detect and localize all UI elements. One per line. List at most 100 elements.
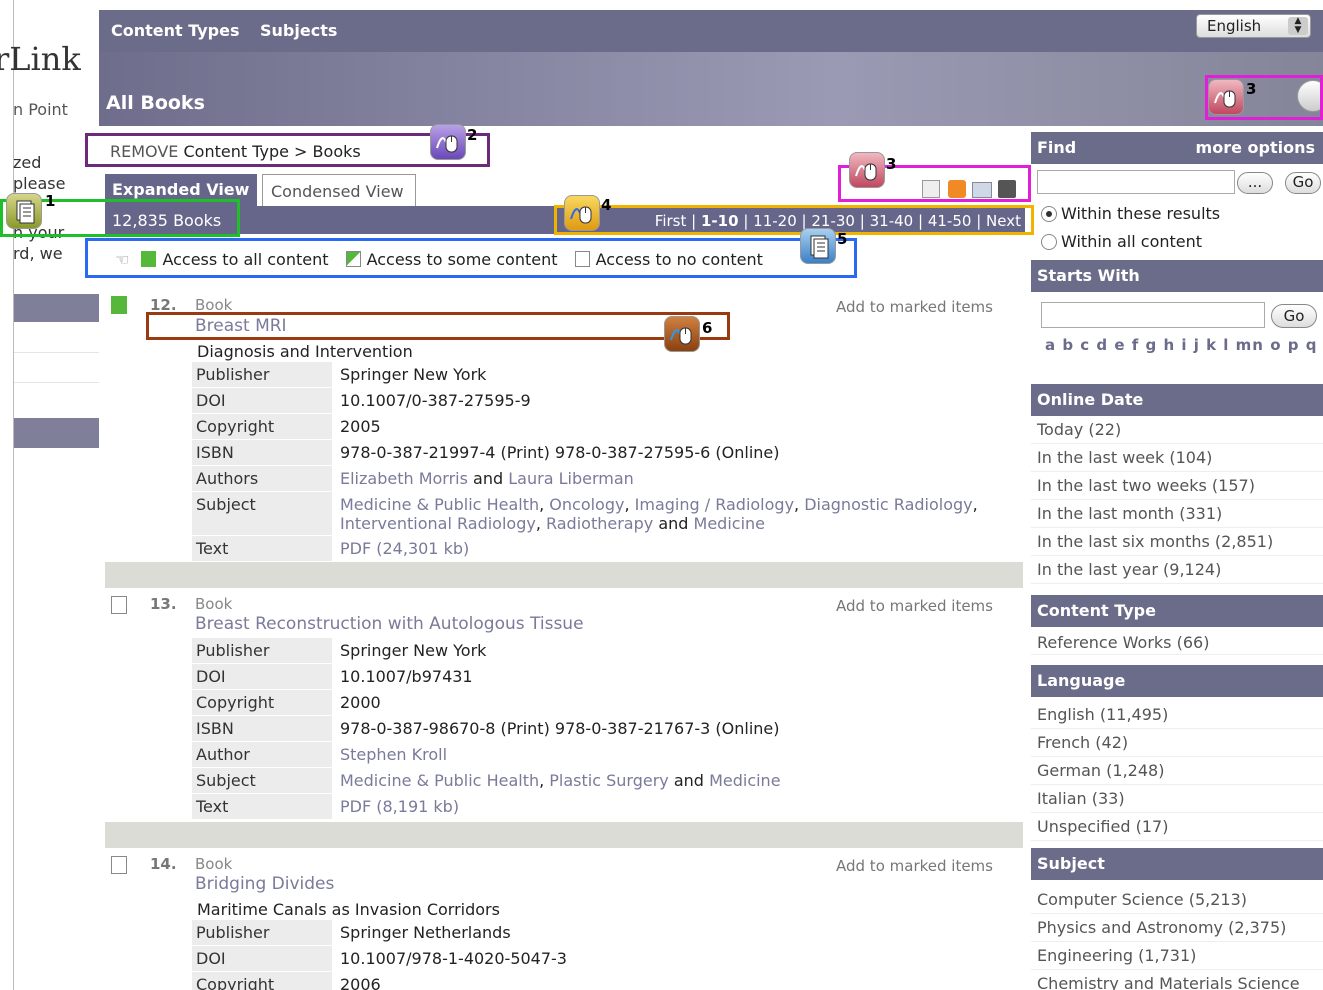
- radio-checked-icon: [1041, 206, 1057, 222]
- facet-item[interactable]: English (11,495): [1031, 701, 1323, 729]
- and-text: and: [673, 770, 704, 790]
- tab-condensed-view[interactable]: Condensed View: [262, 174, 416, 207]
- subject-link[interactable]: Plastic Surgery: [549, 771, 668, 790]
- pdf-link[interactable]: PDF (24,301 kb): [340, 539, 469, 558]
- facet-item[interactable]: In the last week (104): [1031, 444, 1323, 472]
- item-type: Book: [195, 855, 233, 873]
- table-row: Text PDF (8,191 kb): [192, 793, 1022, 820]
- nav-subjects[interactable]: Subjects: [260, 21, 337, 40]
- facet-item[interactable]: Chemistry and Materials Science: [1031, 970, 1323, 990]
- starts-with-input[interactable]: [1041, 302, 1265, 328]
- meta-label: Publisher: [192, 638, 332, 664]
- find-options-button[interactable]: ...: [1237, 172, 1273, 194]
- facet-item[interactable]: Computer Science (5,213): [1031, 886, 1323, 914]
- document-icon: [800, 228, 836, 264]
- within-all-option[interactable]: Within all content: [1041, 232, 1202, 251]
- facet-item[interactable]: Italian (33): [1031, 785, 1323, 813]
- alphabet-links[interactable]: a b c d e f g h i j k l mn o p q: [1045, 336, 1317, 354]
- subject-link[interactable]: Medicine: [694, 514, 765, 533]
- left-text-2: please: [13, 174, 66, 193]
- subject-link[interactable]: Oncology: [549, 495, 624, 514]
- subject-link[interactable]: Medicine & Public Health: [340, 495, 539, 514]
- subject-link[interactable]: Medicine: [709, 771, 780, 790]
- meta-value: 978-0-387-98670-8 (Print) 978-0-387-2176…: [340, 718, 780, 738]
- more-options-link[interactable]: more options: [1196, 138, 1315, 157]
- subject-link[interactable]: Interventional Radiology: [340, 514, 536, 533]
- within-results-option[interactable]: Within these results: [1041, 204, 1220, 223]
- item-checkbox[interactable]: [111, 296, 127, 314]
- annotation-number: 3: [886, 155, 897, 173]
- pdf-link[interactable]: PDF (8,191 kb): [340, 797, 459, 816]
- facet-item[interactable]: In the last year (9,124): [1031, 556, 1323, 584]
- facet-item[interactable]: Today (22): [1031, 416, 1323, 444]
- item-title-link[interactable]: Bridging Divides: [195, 874, 334, 894]
- add-to-marked-link[interactable]: Add to marked items: [836, 857, 993, 875]
- meta-value: Medicine & Public Health, Plastic Surger…: [340, 770, 781, 790]
- mouse-click-icon: [664, 316, 700, 352]
- facet-item[interactable]: In the last six months (2,851): [1031, 528, 1323, 556]
- and-text: and: [473, 468, 504, 488]
- annotation-number: 4: [601, 196, 612, 214]
- left-text-1: zed: [13, 153, 42, 172]
- facet-item[interactable]: Reference Works (66): [1031, 627, 1323, 655]
- find-input[interactable]: [1037, 170, 1235, 194]
- mouse-click-icon: [1208, 79, 1244, 115]
- mouse-click-icon: [430, 124, 466, 160]
- page-header: All Books: [99, 52, 1323, 126]
- item-metadata-table: Publisher Springer New York DOI 10.1007/0-…: [192, 362, 1022, 562]
- facet-item[interactable]: Physics and Astronomy (2,375): [1031, 914, 1323, 942]
- starts-with-panel: Starts With Go a b c d e f g h i j k l m…: [1031, 260, 1323, 382]
- facet-item[interactable]: In the last month (331): [1031, 500, 1323, 528]
- find-go-button[interactable]: Go: [1285, 172, 1321, 194]
- language-select-value: English: [1207, 17, 1262, 35]
- meta-value: 10.1007/0-387-27595-9: [340, 390, 531, 410]
- starts-with-title: Starts With: [1031, 260, 1323, 292]
- subject-panel: Subject Computer Science (5,213) Physics…: [1031, 848, 1323, 990]
- language-panel: Language English (11,495) French (42) Ge…: [1031, 665, 1323, 841]
- meta-label: Authors: [192, 465, 332, 492]
- meta-label: Text: [192, 793, 332, 820]
- facet-item[interactable]: Unspecified (17): [1031, 813, 1323, 841]
- meta-value: Elizabeth Morris and Laura Liberman: [332, 466, 1022, 492]
- table-row: Publisher Springer New York: [192, 362, 1022, 388]
- page-title: All Books: [106, 92, 205, 114]
- author-link[interactable]: Stephen Kroll: [340, 745, 447, 764]
- item-number: 14.: [150, 855, 177, 873]
- language-select[interactable]: English ▲ ▼: [1196, 14, 1311, 38]
- meta-label: Copyright: [192, 413, 332, 440]
- starts-with-go-button[interactable]: Go: [1271, 304, 1317, 328]
- find-body: ... Go Within these results Within all c…: [1031, 164, 1323, 264]
- table-row: DOI 10.1007/0-387-27595-9: [192, 387, 1022, 414]
- item-checkbox[interactable]: [111, 596, 127, 614]
- author-link[interactable]: Elizabeth Morris: [340, 469, 468, 488]
- meta-label: ISBN: [192, 715, 332, 742]
- facet-item[interactable]: German (1,248): [1031, 757, 1323, 785]
- meta-value: 2005: [340, 416, 381, 436]
- item-title-link[interactable]: Breast Reconstruction with Autologous Ti…: [195, 614, 584, 634]
- meta-value: 2000: [340, 692, 381, 712]
- site-logo[interactable]: rLink: [0, 40, 81, 78]
- facet-item[interactable]: Engineering (1,731): [1031, 942, 1323, 970]
- left-divider: [14, 352, 99, 353]
- left-text-4: rd, we: [13, 244, 63, 263]
- author-link[interactable]: Laura Liberman: [508, 469, 634, 488]
- add-to-marked-link[interactable]: Add to marked items: [836, 597, 993, 615]
- table-row: Text PDF (24,301 kb): [192, 535, 1022, 562]
- within-all-label: Within all content: [1061, 232, 1203, 251]
- radio-unchecked-icon: [1041, 234, 1057, 250]
- subject-link[interactable]: Radiotherapy: [546, 514, 653, 533]
- subject-link[interactable]: Medicine & Public Health: [340, 771, 539, 790]
- item-metadata-table: Publisher Springer New York DOI 10.1007/b9…: [192, 638, 1022, 820]
- facet-item[interactable]: French (42): [1031, 729, 1323, 757]
- meta-value: 2006: [340, 974, 381, 990]
- meta-label: Subject: [192, 491, 332, 536]
- table-row: ISBN 978-0-387-21997-4 (Print) 978-0-387-…: [192, 439, 1022, 466]
- add-to-marked-link[interactable]: Add to marked items: [836, 298, 993, 316]
- subject-link[interactable]: Diagnostic Radiology: [804, 495, 972, 514]
- meta-label: Copyright: [192, 971, 332, 990]
- item-subtitle: Maritime Canals as Invasion Corridors: [197, 900, 500, 919]
- facet-item[interactable]: In the last two weeks (157): [1031, 472, 1323, 500]
- nav-content-types[interactable]: Content Types: [111, 21, 240, 40]
- subject-link[interactable]: Imaging / Radiology: [635, 495, 794, 514]
- item-checkbox[interactable]: [111, 856, 127, 874]
